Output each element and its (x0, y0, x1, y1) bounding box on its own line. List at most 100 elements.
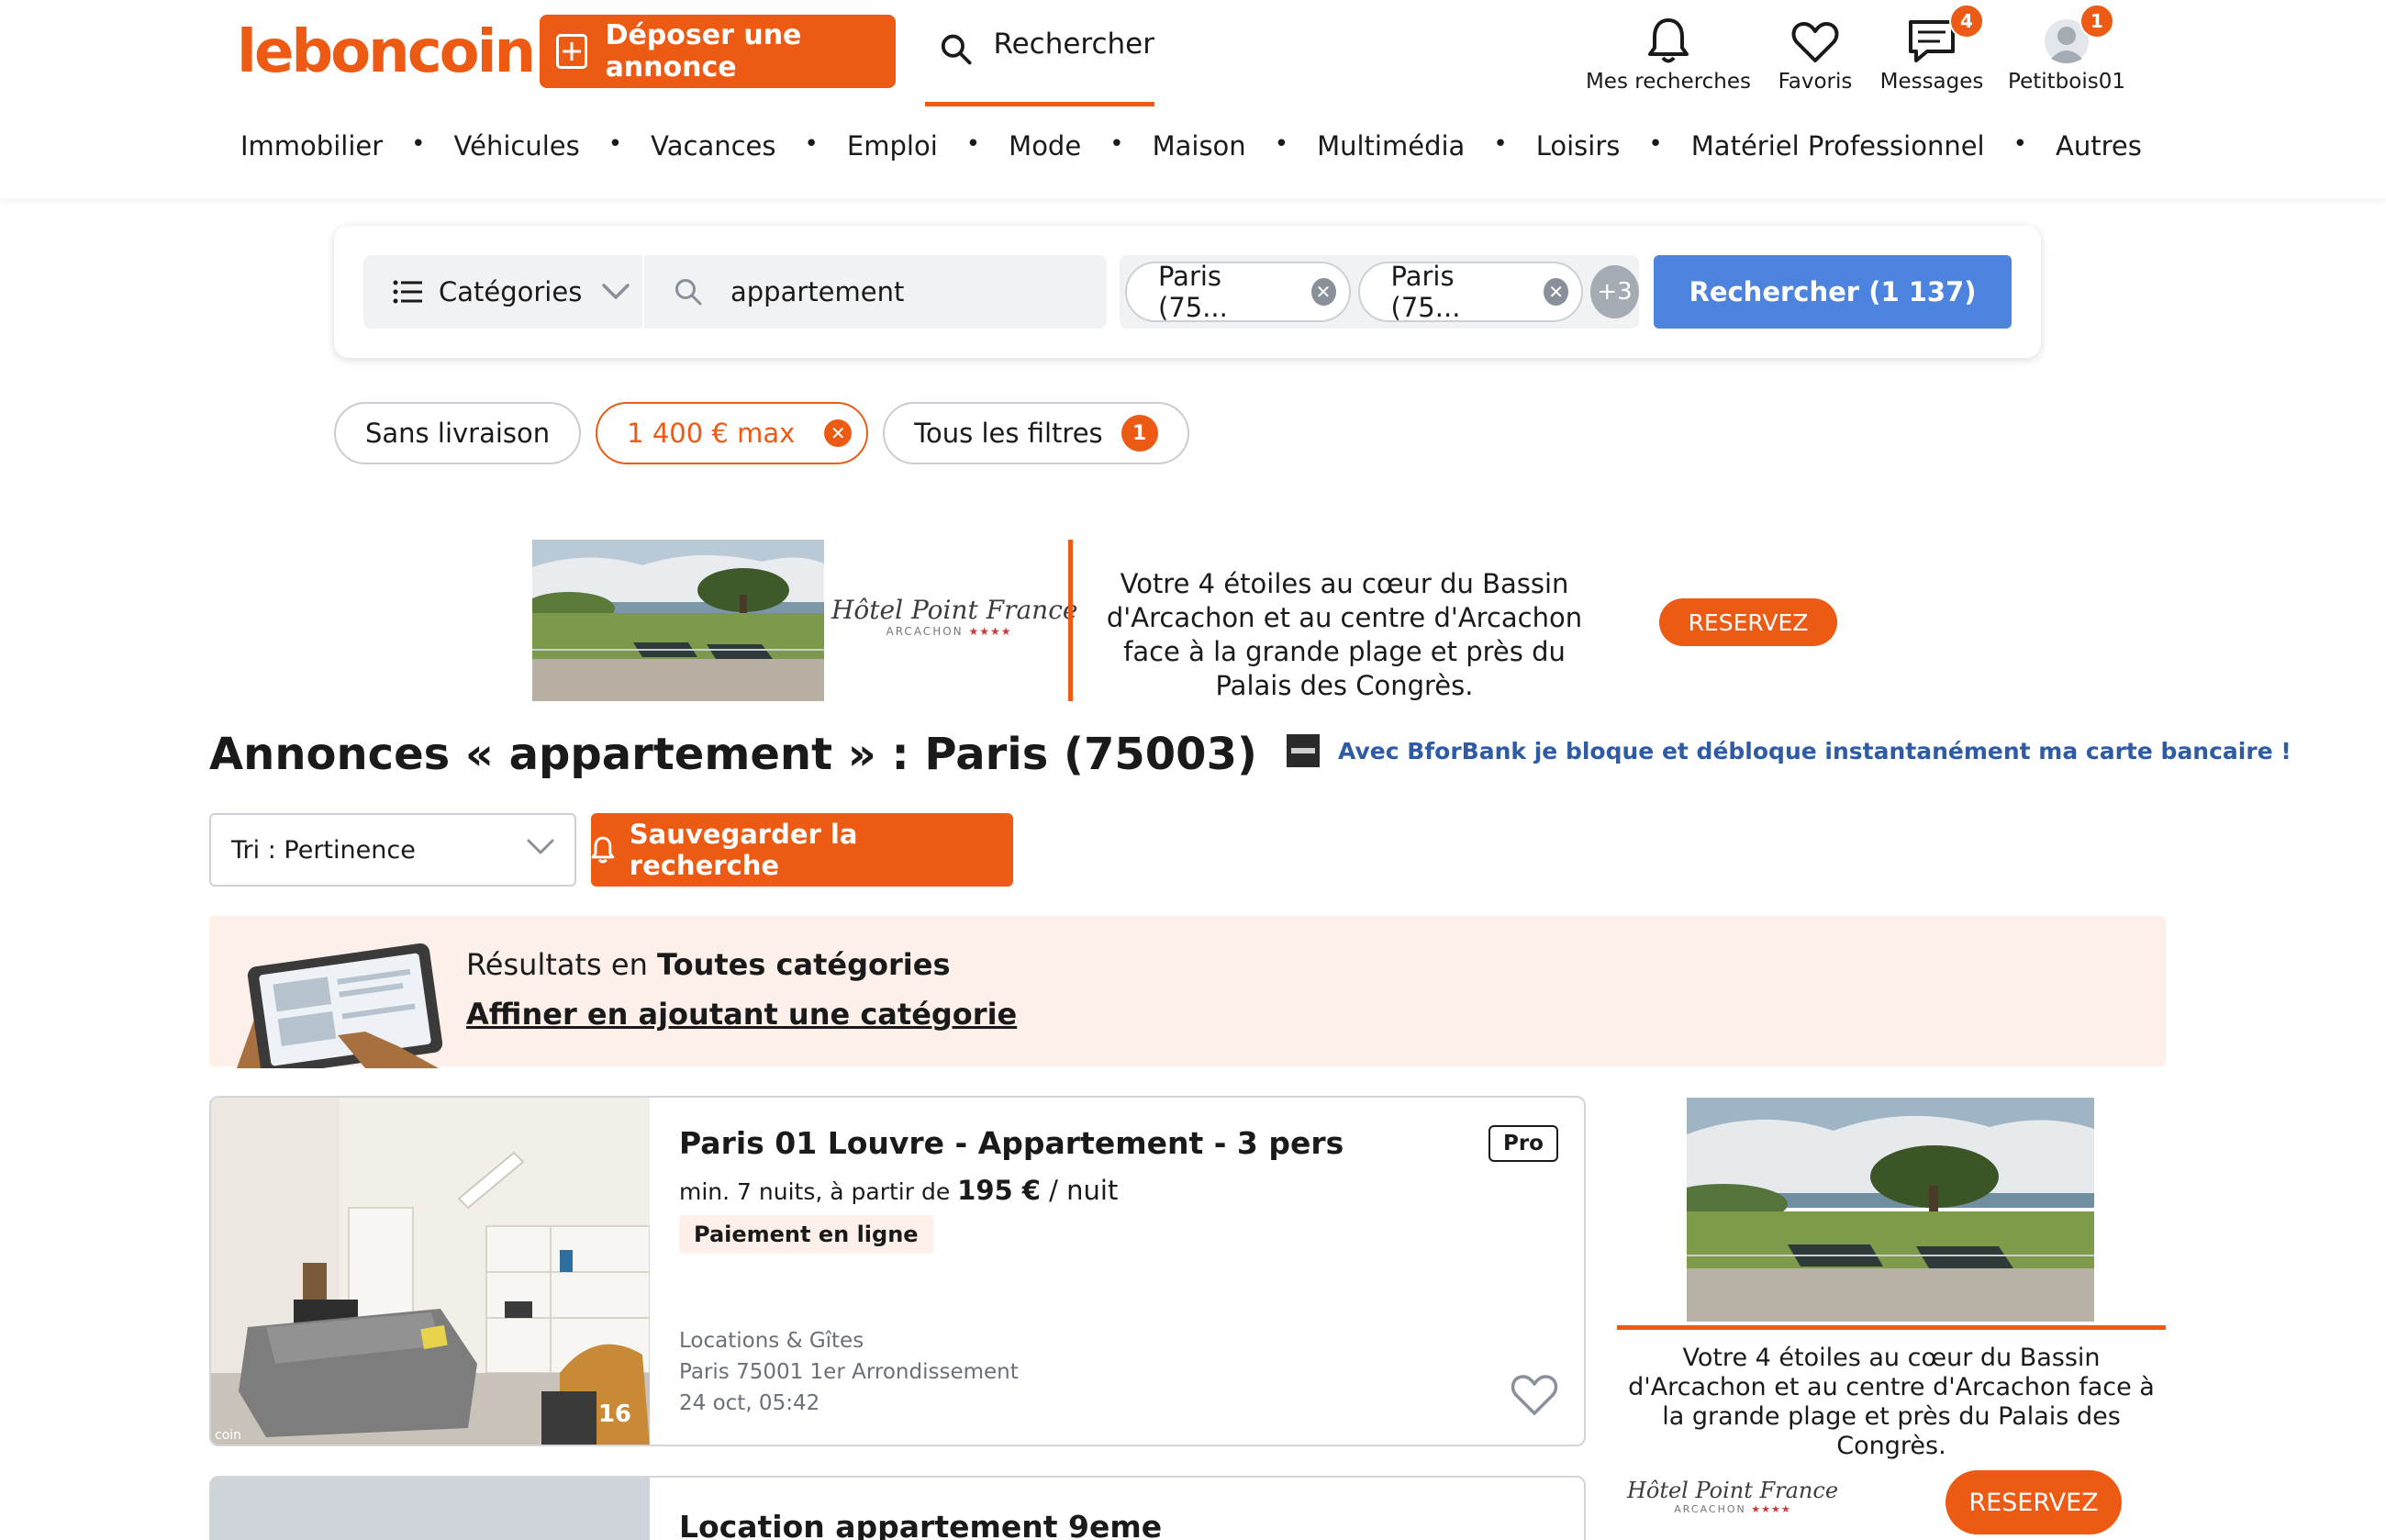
bell-icon (591, 836, 615, 864)
reserve-button[interactable]: RESERVEZ (1659, 598, 1837, 646)
favorites-label: Favoris (1778, 70, 1853, 94)
listing-title[interactable]: Paris 01 Louvre - Appartement - 3 pers (679, 1125, 1344, 1161)
listing-card[interactable]: Location appartement 9eme (209, 1476, 1586, 1540)
listing-title[interactable]: Location appartement 9eme (679, 1509, 1162, 1540)
nav-item-multimedia[interactable]: Multimédia (1317, 130, 1465, 162)
search-icon (941, 34, 972, 65)
sort-select-label: Tri : Pertinence (231, 835, 416, 865)
hotel-city: ARCACHON (886, 625, 964, 638)
listing-card[interactable]: 16 coin Paris 01 Louvre - Appartement - … (209, 1096, 1586, 1446)
favorites-link[interactable]: Favoris (1769, 7, 1861, 94)
nav-separator: • (965, 130, 981, 158)
location-chip-label: Paris (75... (1390, 261, 1461, 323)
list-icon (393, 280, 422, 304)
pro-badge: Pro (1488, 1125, 1558, 1162)
hotel-logo: Hôtel Point France ARCACHON ★★★★ (831, 595, 1077, 638)
leboncoin-logo[interactable]: leboncoin (237, 18, 536, 86)
location-field[interactable]: Paris (75... ✕ Paris (75... ✕ +3 (1120, 255, 1640, 329)
delivery-filter-chip[interactable]: Sans livraison (334, 402, 582, 464)
hotel-photo (1687, 1098, 2094, 1322)
promo-text: Avec BforBank je bloque et débloque inst… (1338, 737, 2291, 764)
nav-separator: • (1274, 130, 1289, 158)
nav-item-autres[interactable]: Autres (2056, 130, 2142, 162)
nav-item-maison[interactable]: Maison (1153, 130, 1246, 162)
search-tab-label: Rechercher (993, 28, 1154, 61)
my-searches-label: Mes recherches (1585, 70, 1752, 94)
filter-chips: Sans livraison 1 400 € max ✕ Tous les fi… (334, 402, 1204, 464)
remove-location-icon[interactable]: ✕ (1544, 278, 1569, 306)
hotel-name: Hôtel Point France (831, 595, 1078, 625)
tablet-illustration-icon (237, 943, 443, 1068)
page-title: Annonces « appartement » : Paris (75003) (209, 729, 1257, 780)
save-search-label: Sauvegarder la recherche (629, 819, 858, 881)
nav-item-mode[interactable]: Mode (1009, 130, 1081, 162)
account-label: Petitbois01 (2008, 70, 2125, 94)
category-results-current: Toutes catégories (657, 947, 951, 982)
nav-separator: • (608, 130, 623, 158)
messages-link[interactable]: 4 Messages (1872, 4, 1991, 94)
hotel-stars: ★★★★ (1751, 1503, 1791, 1515)
bforbank-promo-link[interactable]: Avec BforBank je bloque et débloque inst… (1287, 734, 2291, 767)
nav-separator: • (1493, 130, 1508, 158)
nav-item-vehicules[interactable]: Véhicules (454, 130, 580, 162)
chevron-down-icon (527, 839, 554, 854)
price-filter-chip[interactable]: 1 400 € max ✕ (596, 402, 869, 464)
search-icon (675, 279, 702, 306)
messages-label: Messages (1879, 70, 1984, 94)
nav-item-loisirs[interactable]: Loisirs (1536, 130, 1621, 162)
nav-item-materiel-professionnel[interactable]: Matériel Professionnel (1691, 130, 1985, 162)
search-tab[interactable]: Rechercher (925, 15, 1154, 106)
nav-separator: • (2012, 130, 2027, 158)
header: leboncoin Déposer une annonce Rechercher… (0, 0, 2386, 198)
messages-badge: 4 (1949, 4, 1984, 39)
bell-icon (1648, 18, 1689, 63)
location-chip[interactable]: Paris (75... ✕ (1125, 261, 1351, 323)
chevron-down-icon (602, 284, 630, 299)
side-hotel-ad[interactable]: Votre 4 étoiles au cœur du Bassin d'Arca… (1617, 1096, 2166, 1540)
listing-date: 24 oct, 05:42 (679, 1391, 820, 1415)
nav-item-vacances[interactable]: Vacances (651, 130, 775, 162)
ad-text: Votre 4 étoiles au cœur du Bassin d'Arca… (1628, 1344, 2155, 1460)
online-payment-tag: Paiement en ligne (679, 1215, 933, 1254)
delivery-filter-label: Sans livraison (365, 418, 551, 449)
all-filters-label: Tous les filtres (914, 418, 1103, 449)
remove-price-filter-icon[interactable]: ✕ (824, 419, 853, 447)
keyword-input[interactable]: appartement (644, 255, 1107, 329)
category-nav: Immobilier • Véhicules • Vacances • Empl… (240, 130, 2142, 162)
refine-category-link[interactable]: Affiner en ajoutant une catégorie (466, 997, 1017, 1032)
ad-divider (1617, 1325, 2166, 1330)
more-locations-chip[interactable]: +3 (1590, 265, 1640, 318)
ad-divider (1068, 540, 1073, 701)
save-search-button[interactable]: Sauvegarder la recherche (591, 813, 1013, 887)
price-prefix: min. 7 nuits, à partir de (679, 1178, 958, 1205)
category-select[interactable]: Catégories (363, 255, 642, 329)
header-actions: Mes recherches Favoris 4 Messages 1 Peti… (1560, 4, 2129, 99)
post-ad-button[interactable]: Déposer une annonce (540, 15, 896, 88)
price-amount: 195 € (957, 1175, 1041, 1206)
search-panel: Catégories appartement Paris (75... ✕ Pa… (334, 226, 2041, 358)
nav-separator: • (411, 130, 426, 158)
reserve-button[interactable]: RESERVEZ (1946, 1470, 2122, 1534)
heart-icon[interactable] (1511, 1373, 1558, 1417)
nav-item-emploi[interactable]: Emploi (847, 130, 938, 162)
account-badge: 1 (2079, 4, 2114, 39)
ad-text: Votre 4 étoiles au cœur du Bassin d'Arca… (1106, 568, 1583, 701)
hotel-name: Hôtel Point France (1626, 1478, 1839, 1503)
hotel-logo: Hôtel Point France ARCACHON ★★★★ (1622, 1478, 1843, 1515)
hotel-ad-banner[interactable]: Hôtel Point France ARCACHON ★★★★ Votre 4… (532, 540, 1854, 701)
listing-photo[interactable]: 16 coin (211, 1098, 650, 1445)
my-searches-link[interactable]: Mes recherches (1584, 7, 1753, 94)
nav-separator: • (1109, 130, 1124, 158)
account-link[interactable]: 1 Petitbois01 (2004, 4, 2129, 94)
hotel-city: ARCACHON (1674, 1503, 1746, 1515)
plus-square-icon (556, 34, 587, 69)
remove-location-icon[interactable]: ✕ (1310, 278, 1336, 306)
listing-category: Locations & Gîtes (679, 1329, 864, 1353)
listing-photo[interactable] (211, 1478, 650, 1540)
all-filters-button[interactable]: Tous les filtres 1 (883, 402, 1189, 464)
sort-select[interactable]: Tri : Pertinence (209, 813, 576, 887)
location-chip[interactable]: Paris (75... ✕ (1357, 261, 1584, 323)
hotel-stars: ★★★★ (968, 625, 1012, 638)
nav-item-immobilier[interactable]: Immobilier (240, 130, 383, 162)
search-submit-button[interactable]: Rechercher (1 137) (1654, 255, 2012, 329)
